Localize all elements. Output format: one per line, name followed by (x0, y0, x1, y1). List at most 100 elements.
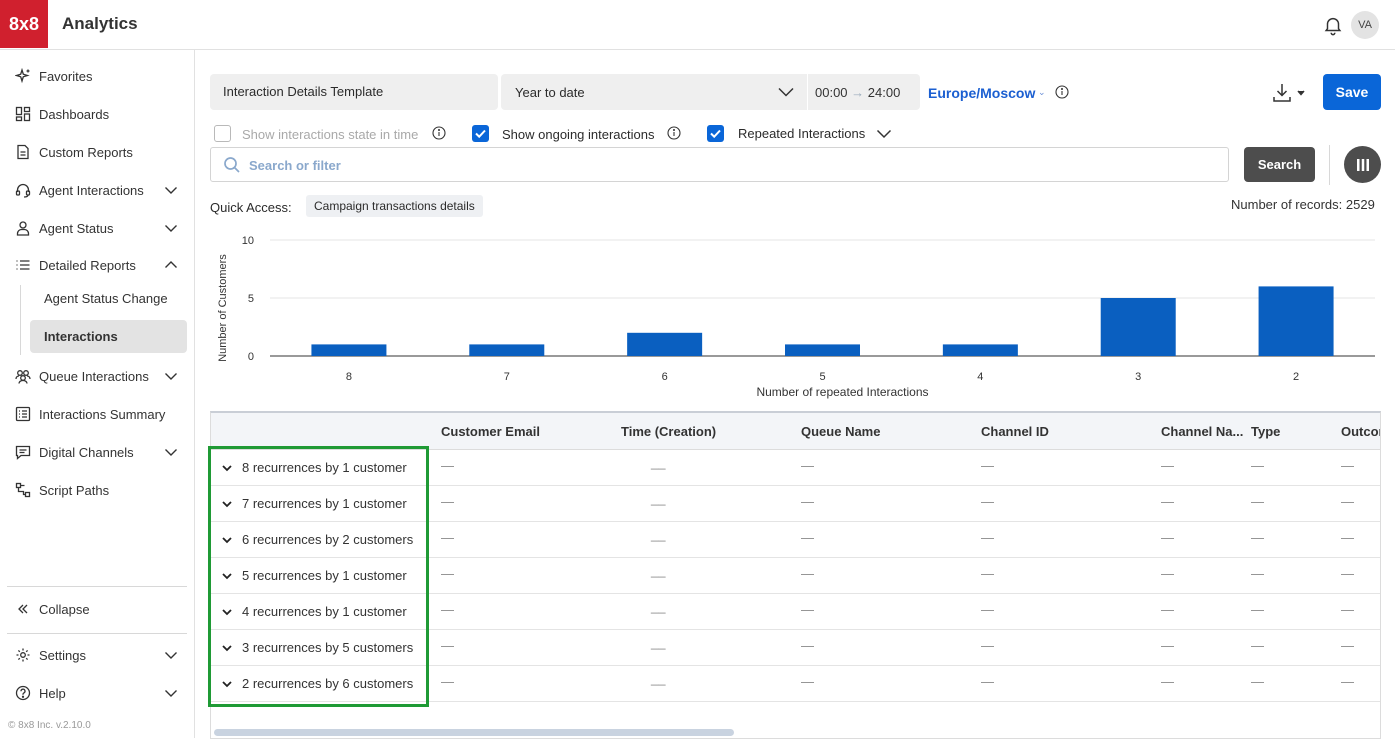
search-field[interactable] (210, 147, 1229, 182)
x-tick-label: 7 (504, 371, 510, 383)
sidebar-item-detailed-reports[interactable]: Detailed Reports (0, 248, 190, 282)
sidebar-item-digital-channels[interactable]: Digital Channels (0, 435, 190, 469)
sidebar-item-agent-status[interactable]: Agent Status (0, 211, 190, 245)
group-icon (14, 368, 31, 385)
column-header[interactable]: Outcom (1341, 424, 1380, 439)
chevron-down-icon[interactable] (221, 642, 233, 654)
repeated-interactions-checkbox[interactable] (707, 125, 724, 142)
chevron-down-icon[interactable] (221, 570, 233, 582)
columns-button[interactable] (1344, 146, 1381, 183)
column-header[interactable]: Channel ID (981, 424, 1049, 439)
sidebar-item-dashboards[interactable]: Dashboards (0, 97, 190, 131)
empty-cell: — (981, 638, 994, 653)
group-label: 6 recurrences by 2 customers (242, 532, 414, 547)
empty-cell: — (981, 602, 994, 617)
sidebar-item-interactions[interactable]: Interactions (30, 320, 187, 353)
table-row[interactable]: 4 recurrences by 1 customer — __ — — — — — (211, 594, 1380, 630)
summary-icon (14, 406, 31, 423)
sidebar-item-label: Settings (39, 647, 86, 663)
group-label: 3 recurrences by 5 customers (242, 640, 414, 655)
x-tick-label: 8 (346, 371, 352, 383)
empty-cell: — (1341, 674, 1354, 689)
collapse-button[interactable]: Collapse (0, 592, 190, 626)
empty-cell: __ (651, 527, 666, 542)
sidebar-item-custom-reports[interactable]: Custom Reports (0, 135, 190, 169)
chevron-down-icon[interactable] (221, 462, 233, 474)
table-row[interactable]: 7 recurrences by 1 customer — __ — — — — — (211, 486, 1380, 522)
empty-cell: __ (651, 563, 666, 578)
time-range[interactable]: 00:00 → 24:00 (808, 74, 920, 110)
info-icon[interactable] (667, 126, 681, 140)
chevron-down-icon[interactable]: ⌄ (1038, 87, 1046, 98)
date-range-value: Year to date (515, 85, 585, 100)
sidebar-item-agent-interactions[interactable]: Agent Interactions (0, 173, 190, 207)
empty-cell: — (1251, 638, 1264, 653)
sidebar-item-agent-status-change[interactable]: Agent Status Change (30, 282, 187, 315)
sidebar: Favorites Dashboards Custom Reports Agen… (0, 50, 195, 738)
table-row[interactable]: 8 recurrences by 1 customer — __ — — — — — (211, 450, 1380, 486)
sidebar-item-queue-interactions[interactable]: Queue Interactions (0, 359, 190, 393)
double-chevron-left-icon (14, 601, 31, 618)
template-select[interactable]: Interaction Details Template (210, 74, 498, 110)
sidebar-item-label: Favorites (39, 68, 93, 84)
sidebar-item-label: Help (39, 685, 66, 701)
chevron-down-icon[interactable] (876, 127, 892, 141)
sidebar-item-interactions-summary[interactable]: Interactions Summary (0, 397, 190, 431)
bar (311, 344, 387, 356)
column-header[interactable]: Customer Email (441, 424, 540, 439)
empty-cell: — (801, 638, 814, 653)
empty-cell: — (1161, 566, 1174, 581)
date-range-select[interactable]: Year to date (501, 74, 807, 110)
list-icon (14, 257, 31, 274)
column-header[interactable]: Queue Name (801, 424, 880, 439)
person-icon (14, 220, 31, 237)
bell-icon[interactable] (1322, 14, 1344, 36)
column-header[interactable]: Channel Na... (1161, 424, 1243, 439)
empty-cell: — (1161, 494, 1174, 509)
avatar[interactable]: VA (1351, 11, 1379, 39)
timezone-select[interactable]: Europe/Moscow (928, 85, 1035, 101)
save-button[interactable]: Save (1323, 74, 1381, 110)
empty-cell: — (441, 566, 454, 581)
sidebar-item-favorites[interactable]: Favorites (0, 59, 190, 93)
empty-cell: — (801, 566, 814, 581)
sparkle-icon (14, 68, 31, 85)
bar (469, 344, 545, 356)
table-row[interactable]: 6 recurrences by 2 customers — __ — — — — — (211, 522, 1380, 558)
horizontal-scrollbar[interactable] (210, 727, 1381, 739)
sidebar-item-script-paths[interactable]: Script Paths (0, 473, 190, 507)
logo[interactable]: 8x8 (0, 0, 48, 48)
divider (7, 633, 187, 634)
table-row[interactable]: 5 recurrences by 1 customer — __ — — — — — (211, 558, 1380, 594)
show-ongoing-checkbox[interactable] (472, 125, 489, 142)
quick-access-chip[interactable]: Campaign transactions details (306, 195, 483, 217)
search-button[interactable]: Search (1244, 147, 1315, 182)
group-label: 8 recurrences by 1 customer (242, 460, 407, 475)
chevron-down-icon[interactable] (221, 534, 233, 546)
sidebar-item-label: Interactions Summary (39, 406, 166, 422)
show-state-checkbox[interactable] (214, 125, 231, 142)
chevron-down-icon[interactable] (221, 498, 233, 510)
column-header[interactable]: Time (Creation) (621, 424, 716, 439)
table-row[interactable]: 2 recurrences by 6 customers — __ — — — — — (211, 666, 1380, 702)
info-icon[interactable] (1055, 85, 1069, 99)
table-row[interactable]: 3 recurrences by 5 customers — __ — — — — — (211, 630, 1380, 666)
sidebar-item-label: Custom Reports (39, 144, 133, 160)
main-content: Interaction Details Template Year to dat… (195, 50, 1395, 739)
sidebar-item-settings[interactable]: Settings (0, 638, 190, 672)
table-header: Customer Email Time (Creation) Queue Nam… (211, 413, 1380, 450)
empty-cell: — (1251, 674, 1264, 689)
empty-cell: — (441, 458, 454, 473)
empty-cell: — (1161, 458, 1174, 473)
sidebar-item-help[interactable]: Help (0, 676, 190, 710)
info-icon[interactable] (432, 126, 446, 140)
empty-cell: __ (651, 671, 666, 686)
chevron-down-icon[interactable] (221, 678, 233, 690)
empty-cell: — (1251, 530, 1264, 545)
empty-cell: — (1161, 674, 1174, 689)
scrollbar-thumb[interactable] (214, 729, 734, 736)
column-header[interactable]: Type (1251, 424, 1280, 439)
chevron-down-icon[interactable] (221, 606, 233, 618)
download-icon[interactable] (1272, 82, 1312, 104)
search-input[interactable] (249, 156, 1209, 174)
